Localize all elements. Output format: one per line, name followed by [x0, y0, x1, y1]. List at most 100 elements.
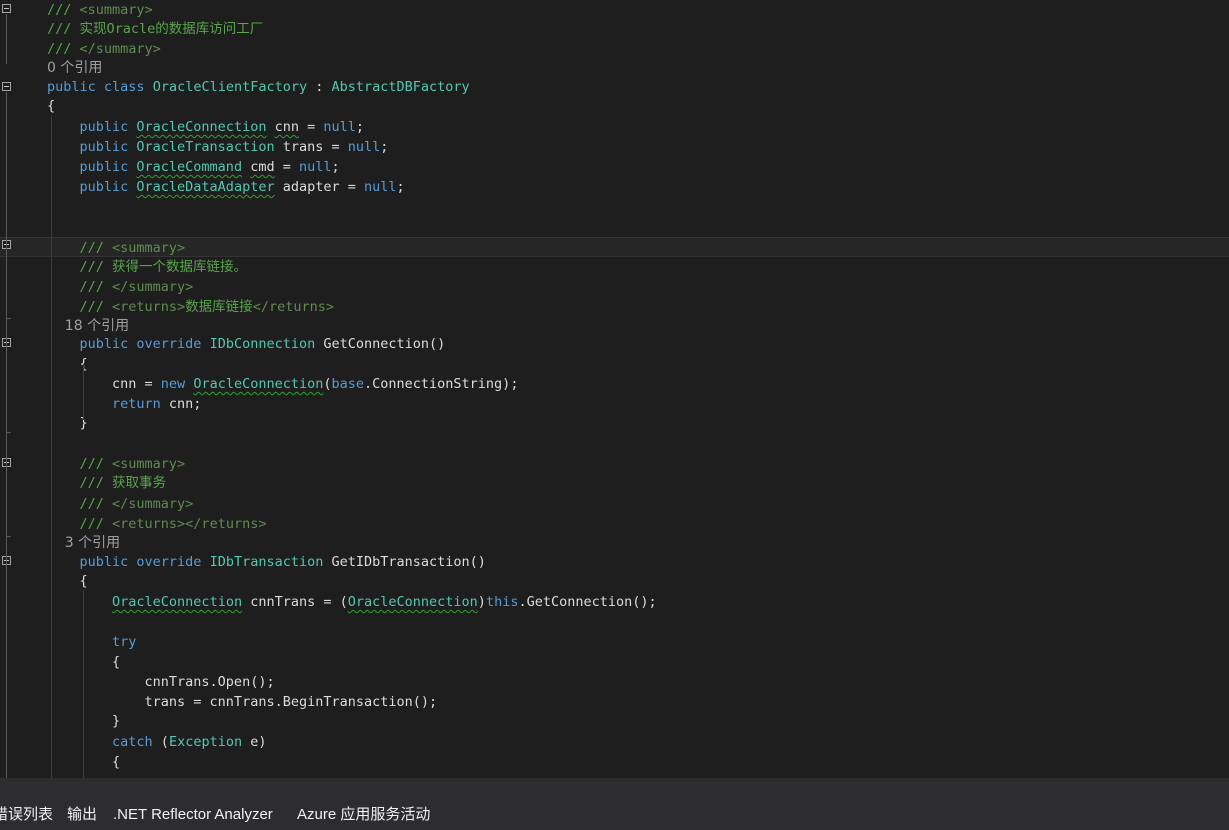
code-line: cnnTrans.Open();: [0, 672, 1229, 692]
code-token: try: [47, 634, 137, 650]
code-token: ///: [47, 496, 113, 512]
tab-azure-activity[interactable]: Azure 应用服务活动: [297, 800, 430, 830]
code-token: return: [47, 396, 169, 412]
code-token: ;: [396, 179, 405, 195]
code-token: </summary>: [79, 41, 161, 57]
codelens-reference-count[interactable]: 18 个引用: [47, 316, 129, 336]
outline-guide: [6, 468, 7, 536]
code-text: trans = cnnTrans.BeginTransaction();: [47, 692, 438, 712]
code-text: return cnn;: [47, 394, 201, 414]
code-token: public: [47, 336, 137, 352]
code-token: null: [347, 139, 381, 155]
code-token: e): [242, 734, 267, 750]
code-line: cnn = new OracleConnection(base.Connecti…: [0, 374, 1229, 394]
code-token: {: [47, 356, 88, 372]
code-token: (: [323, 376, 332, 392]
code-editor[interactable]: /// <summary>/// 实现Oracle的数据库访问工厂/// </s…: [0, 0, 1229, 778]
code-line: OracleConnection cnnTrans = (OracleConne…: [0, 592, 1229, 612]
code-token: OracleConnection: [136, 119, 267, 135]
code-line: /// <summary>: [0, 0, 1229, 20]
bottom-tool-window-tabs: 错误列表 输出 .NET Reflector Analyzer Azure 应用…: [0, 800, 1229, 830]
outline-guide-end: [6, 318, 11, 319]
code-token: {: [47, 573, 88, 589]
code-text: public override IDbConnection GetConnect…: [47, 334, 446, 354]
code-text: /// <summary>: [47, 454, 186, 474]
code-text: catch (Exception e): [47, 732, 266, 752]
code-token: }: [47, 415, 88, 431]
code-line: public OracleConnection cnn = null;: [0, 117, 1229, 137]
code-text: /// </summary>: [47, 277, 194, 297]
outline-guide: [6, 348, 7, 432]
outline-guide-end: [6, 432, 11, 433]
collapse-toggle-icon[interactable]: [2, 4, 11, 13]
codelens-references: 3 个引用: [0, 533, 1229, 553]
code-token: IDbTransaction: [209, 554, 324, 570]
indent-guide: [51, 116, 52, 778]
code-token: AbstractDBFactory: [331, 79, 470, 95]
code-token: cmd: [250, 159, 275, 175]
code-text: public class OracleClientFactory : Abstr…: [47, 77, 470, 97]
code-token: {: [47, 98, 56, 114]
code-token: .GetConnection();: [518, 594, 657, 610]
code-text: try: [47, 632, 136, 652]
code-line: }: [0, 413, 1229, 433]
code-token: ;: [380, 139, 389, 155]
code-text: {: [47, 96, 55, 116]
indent-guide: [83, 364, 84, 420]
code-token: GetConnection(): [315, 336, 446, 352]
code-token: ///: [47, 299, 113, 315]
code-line: public override IDbConnection GetConnect…: [0, 334, 1229, 354]
code-token: =: [298, 119, 324, 135]
codelens-references: 18 个引用: [0, 316, 1229, 336]
code-token: OracleTransaction: [136, 139, 275, 155]
outline-guide: [6, 250, 7, 318]
tab-error-list[interactable]: 错误列表: [0, 800, 53, 830]
tab-reflector-analyzer[interactable]: .NET Reflector Analyzer: [113, 800, 273, 830]
code-text: /// 获得一个数据库链接。: [47, 257, 248, 277]
outline-guide-end: [6, 536, 11, 537]
code-line: {: [0, 96, 1229, 116]
code-token: ///: [47, 456, 113, 472]
code-token: /// 实现Oracle的数据库访问工厂: [47, 21, 264, 37]
outline-guide: [6, 566, 7, 778]
code-token: <summary>: [112, 240, 186, 256]
collapse-toggle-icon[interactable]: [2, 82, 11, 91]
code-token: ///: [47, 516, 113, 532]
code-token: ///: [47, 2, 80, 18]
tab-output[interactable]: 输出: [67, 800, 97, 830]
code-line: {: [0, 652, 1229, 672]
code-text: /// </summary>: [47, 494, 194, 514]
code-line: /// </summary>: [0, 39, 1229, 59]
code-token: </summary>: [112, 496, 194, 512]
code-token: base: [331, 376, 365, 392]
code-text: /// 实现Oracle的数据库访问工厂: [47, 19, 263, 39]
code-token: class: [103, 79, 153, 95]
code-text: {: [47, 571, 88, 591]
code-token: null: [323, 119, 356, 135]
code-token: IDbConnection: [209, 336, 316, 352]
code-text: cnn = new OracleConnection(base.Connecti…: [47, 374, 518, 394]
code-token: new: [160, 376, 194, 392]
code-token: null: [363, 179, 397, 195]
code-text: OracleConnection cnnTrans = (OracleConne…: [47, 592, 657, 612]
codelens-reference-count[interactable]: 3 个引用: [47, 533, 120, 553]
code-line: }: [0, 711, 1229, 731]
code-token: public: [47, 139, 137, 155]
code-token: OracleCommand: [136, 159, 243, 175]
code-line: /// </summary>: [0, 277, 1229, 297]
code-token: ///: [47, 240, 113, 256]
code-token: <returns></returns>: [112, 516, 267, 532]
code-line: /// <returns>数据库链接</returns>: [0, 297, 1229, 317]
code-token: :: [307, 79, 332, 95]
code-token: ///: [47, 41, 80, 57]
code-line: /// <summary>: [0, 237, 1229, 257]
code-line: /// <returns></returns>: [0, 514, 1229, 534]
code-text: /// 获取事务: [47, 473, 167, 493]
code-token: OracleClientFactory: [152, 79, 308, 95]
code-text: {: [47, 354, 88, 374]
codelens-reference-count[interactable]: 0 个引用: [47, 58, 102, 78]
